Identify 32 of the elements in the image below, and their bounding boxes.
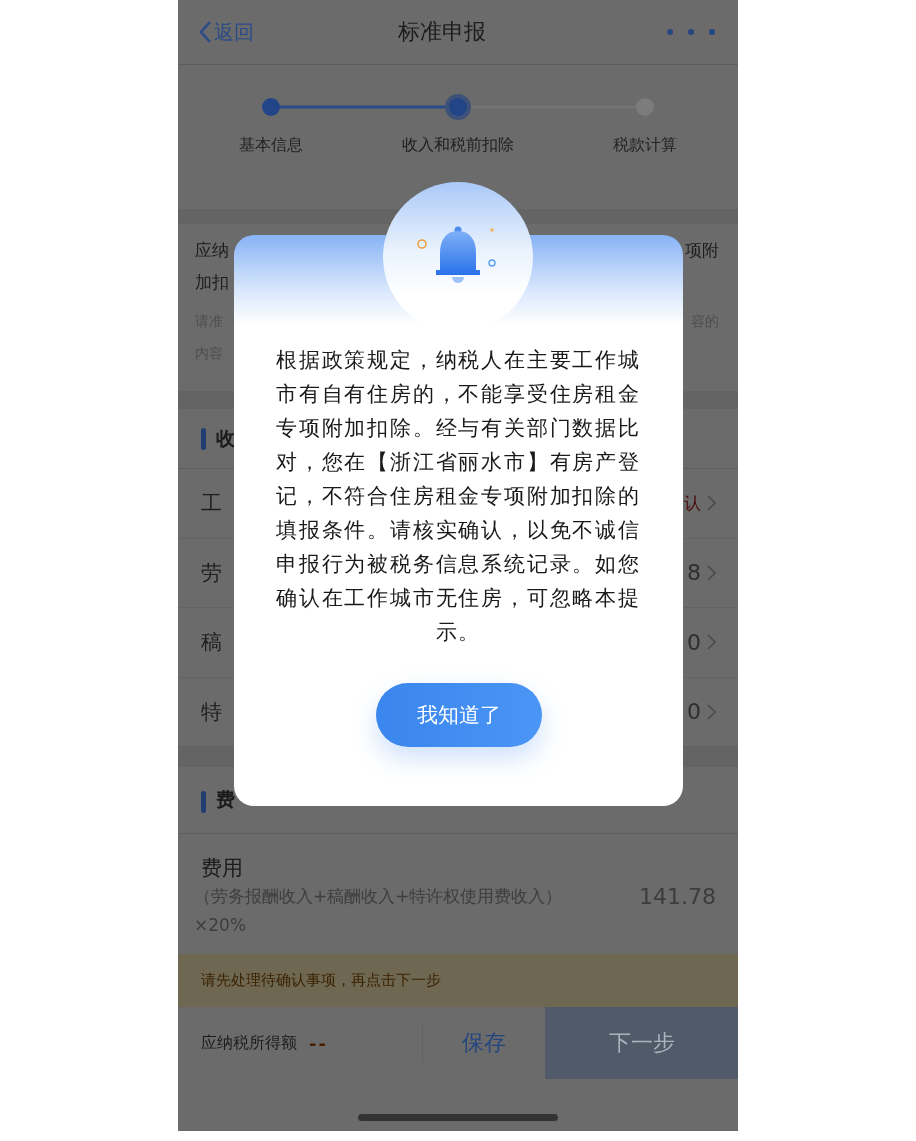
step-label: 收入和税前扣除 <box>401 135 515 156</box>
row-label: 稿 <box>201 629 222 657</box>
chevron-right-icon <box>707 634 716 651</box>
chevron-right-icon <box>707 495 716 512</box>
page-title: 标准申报 <box>398 18 486 46</box>
row-value: 0 <box>687 629 701 655</box>
more-icon[interactable] <box>666 28 716 36</box>
section-marker <box>201 791 206 813</box>
row-value: 认 <box>684 491 701 515</box>
section-title: 收 <box>216 425 235 451</box>
section-marker <box>201 427 206 450</box>
item-label: 费用 <box>201 855 244 882</box>
dialog-message: 根据政策规定，纳税人在主要工作城市有自有住房的，不能享受住房租金专项附加扣除。经与有关部门数据比对，您在【浙江省丽水市】有房产登记，不符合住房租金专项附加扣除的填报条件。请核实确认，以免不诚信申报行为被税务信息系统记录。如您确认在工作城市无住房，可忽略本提示。 <box>275 347 642 646</box>
acknowledge-button[interactable]: 我知道了 <box>375 683 542 747</box>
step-label: 基本信息 <box>238 135 305 156</box>
taxable-label: 应纳税所得额 <box>201 1032 297 1054</box>
taxable-value: -- <box>309 1032 328 1054</box>
chevron-right-icon <box>707 703 716 720</box>
save-button[interactable]: 保存 <box>423 1007 545 1079</box>
row-label: 特 <box>201 698 222 726</box>
row-value: 8 <box>687 560 701 586</box>
row-label: 劳 <box>201 559 222 587</box>
chevron-left-icon <box>198 20 212 44</box>
notice-text: 加扣 <box>195 270 229 294</box>
notice-text: 项附 <box>685 238 719 262</box>
chevron-right-icon <box>707 564 716 581</box>
step-label: 税款计算 <box>611 135 678 156</box>
row-label: 工 <box>201 490 222 518</box>
notice-text: 应纳 <box>195 238 229 262</box>
warning-text: 请先处理待确认事项，再点击下一步 <box>178 954 738 1007</box>
row-value: 0 <box>687 699 701 725</box>
section-title: 费 <box>216 787 235 812</box>
